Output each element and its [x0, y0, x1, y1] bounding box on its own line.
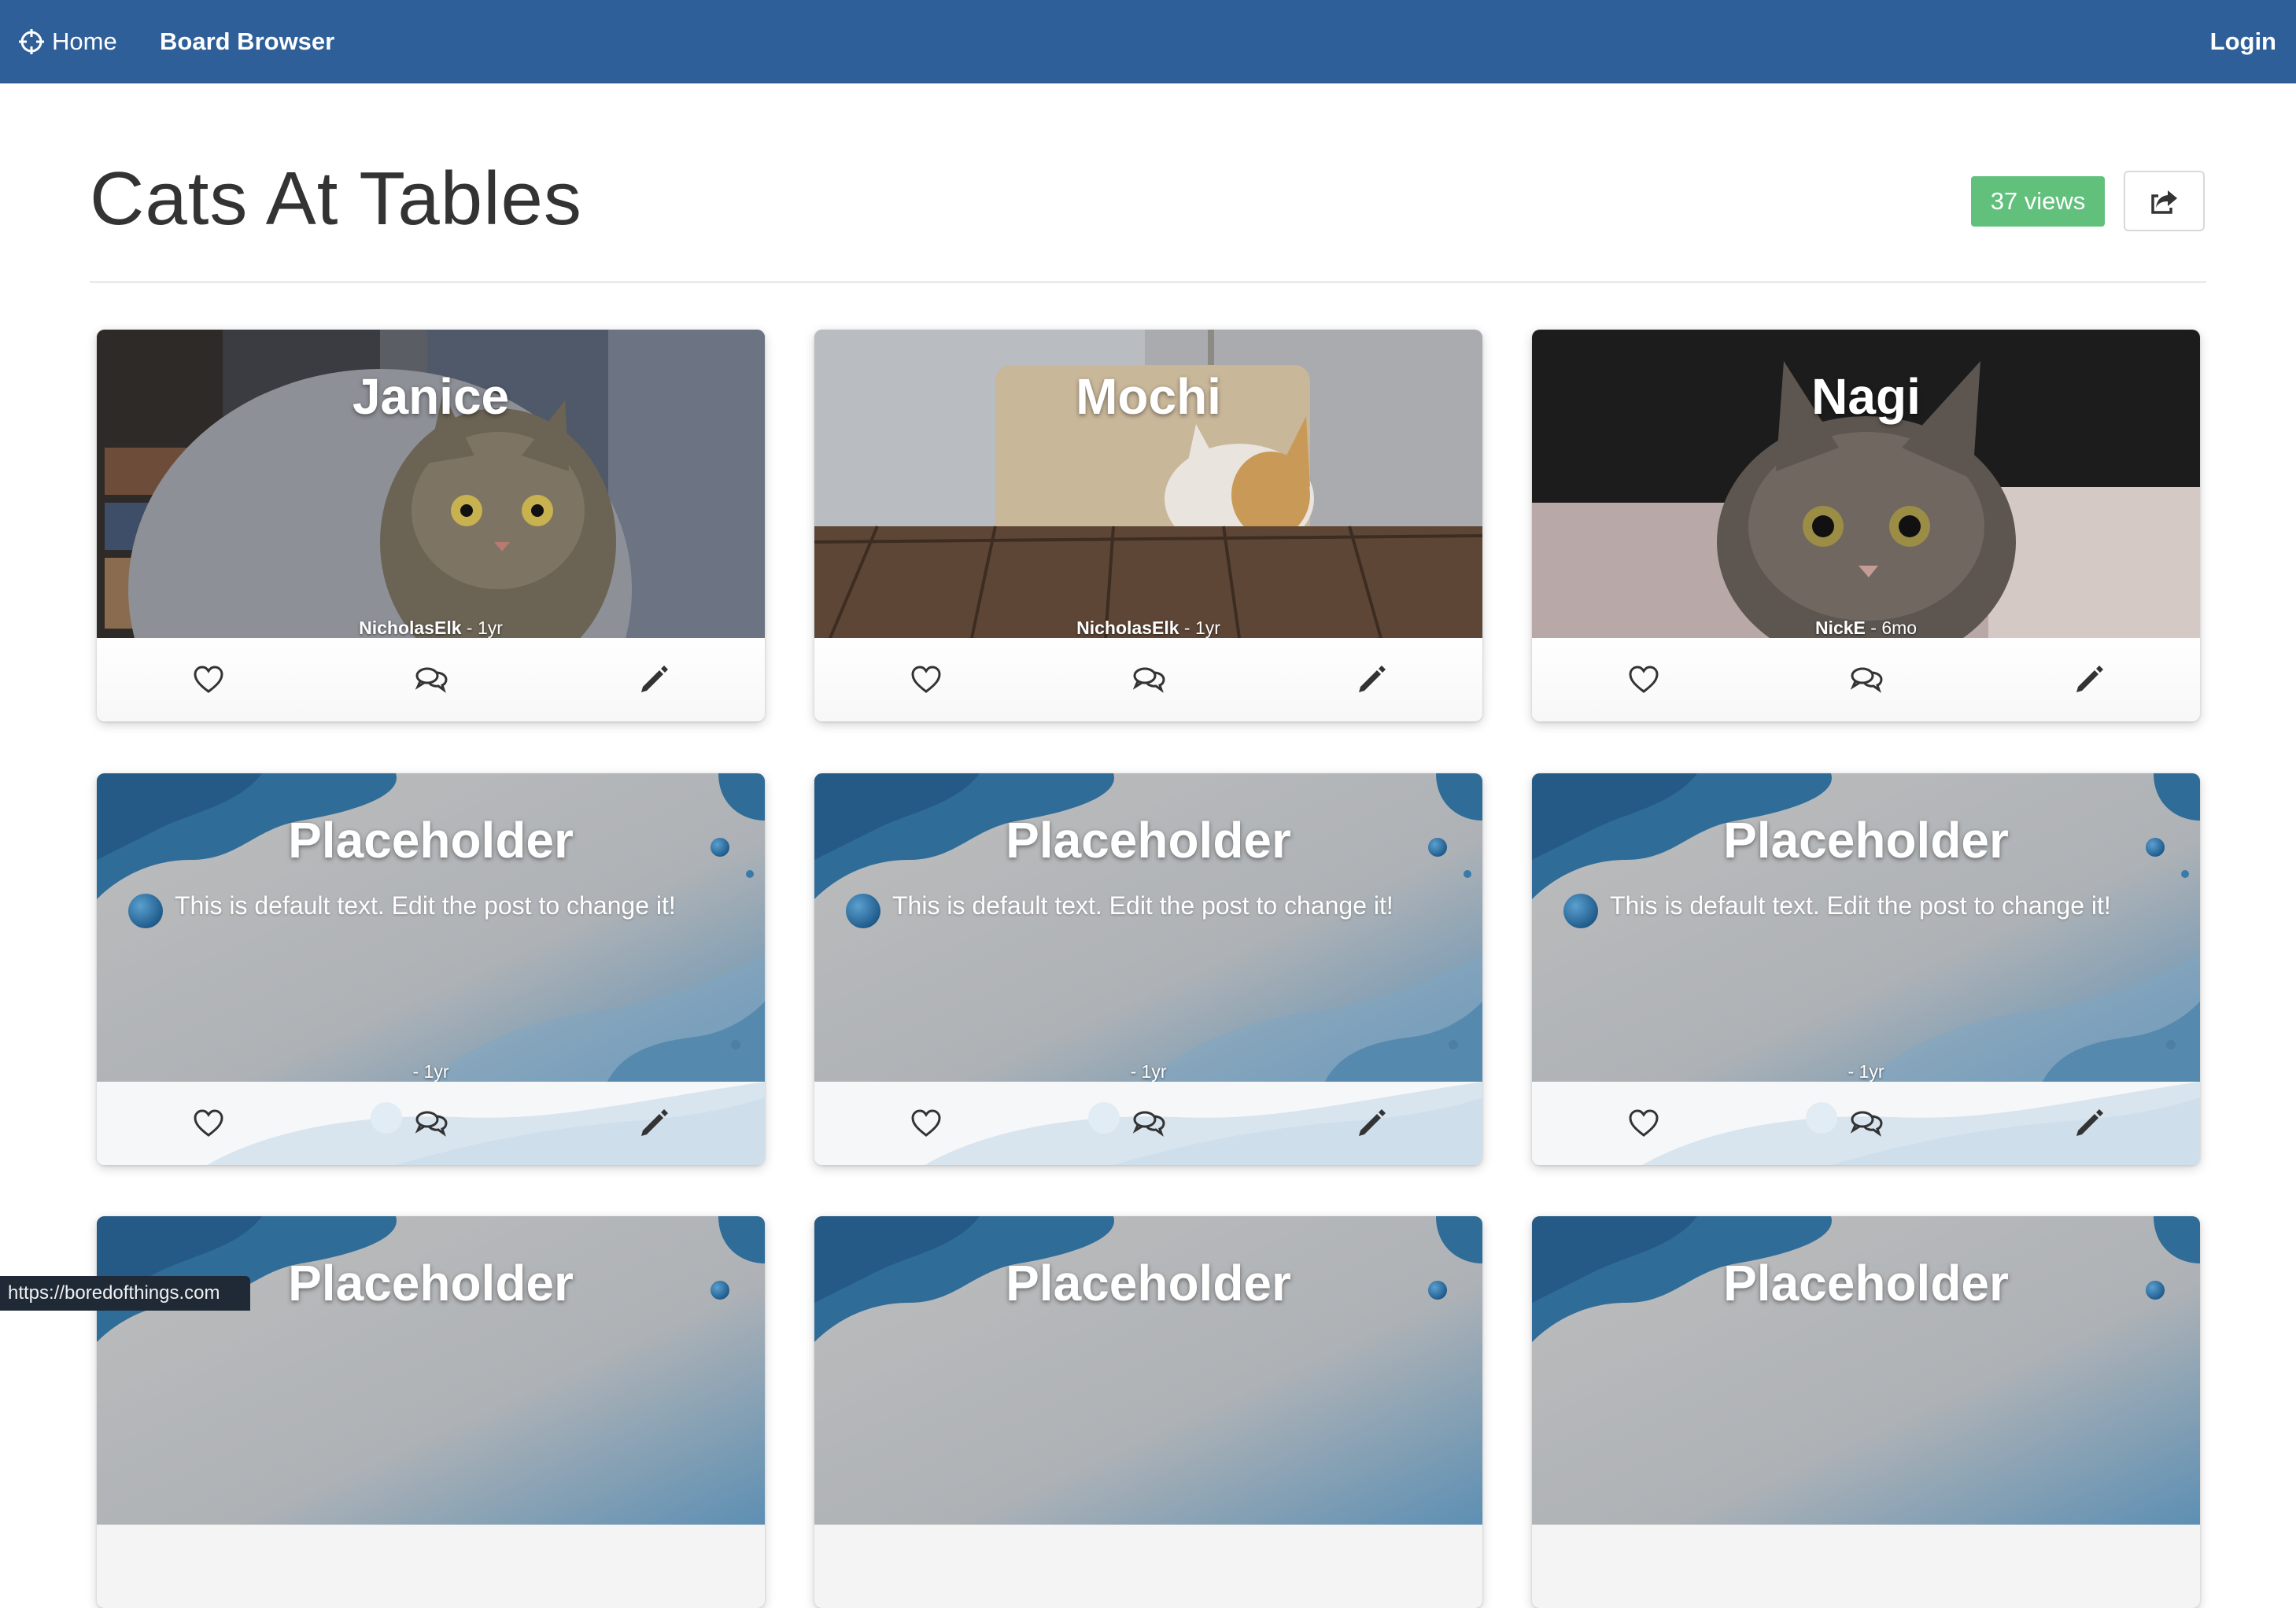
card-actions — [814, 638, 1482, 721]
card-title: Janice — [352, 368, 510, 425]
card-meta: - 1yr — [412, 1061, 449, 1082]
comments-icon — [1132, 667, 1165, 693]
card-meta: - 1yr — [1130, 1061, 1167, 1082]
comments-icon — [415, 1111, 448, 1137]
share-icon — [2150, 190, 2177, 214]
post-card[interactable]: Placeholder This is default text. Edit t… — [1532, 773, 2200, 1165]
pencil-icon — [2076, 666, 2103, 692]
post-card[interactable]: Janice NicholasElk - 1yr — [97, 330, 765, 721]
post-card[interactable]: Placeholder — [1532, 1216, 2200, 1608]
edit-button[interactable] — [2069, 1104, 2109, 1143]
top-navbar: Home Board Browser Login — [0, 0, 2296, 83]
post-card[interactable]: Placeholder This is default text. Edit t… — [814, 773, 1482, 1165]
comments-icon — [1850, 1111, 1883, 1137]
card-actions — [1532, 1082, 2200, 1165]
card-actions — [1532, 638, 2200, 721]
card-title: Placeholder — [1723, 1255, 2009, 1311]
card-title: Placeholder — [1006, 1255, 1291, 1311]
nav-home-link[interactable]: Home — [17, 0, 117, 83]
edit-button[interactable] — [1352, 1104, 1391, 1143]
post-card[interactable]: Placeholder — [814, 1216, 1482, 1608]
card-age: - 1yr — [1179, 618, 1220, 638]
like-button[interactable] — [1624, 660, 1663, 699]
card-body-text: This is default text. Edit the post to c… — [1610, 891, 2111, 920]
comment-button[interactable] — [412, 1104, 451, 1143]
comments-icon — [415, 667, 448, 693]
edit-button[interactable] — [1352, 660, 1391, 699]
card-meta: NicholasElk - 1yr — [97, 618, 765, 639]
comments-icon — [1132, 1111, 1165, 1137]
card-title: Placeholder — [1723, 812, 2009, 869]
heart-outline-icon — [911, 1109, 941, 1137]
card-title: Mochi — [1076, 368, 1221, 425]
card-title: Nagi — [1811, 368, 1921, 425]
like-button[interactable] — [906, 660, 946, 699]
heart-outline-icon — [194, 1109, 223, 1137]
card-author[interactable]: NickE — [1815, 618, 1866, 638]
post-card[interactable]: Nagi NickE - 6mo — [1532, 330, 2200, 721]
edit-button[interactable] — [634, 660, 674, 699]
post-card[interactable]: Placeholder This is default text. Edit t… — [97, 773, 765, 1165]
comments-icon — [1850, 667, 1883, 693]
card-author[interactable]: NicholasElk — [1076, 618, 1179, 638]
heart-outline-icon — [1629, 666, 1659, 693]
link-preview-status: https://boredofthings.com — [0, 1276, 250, 1311]
card-meta: - 1yr — [1848, 1061, 1884, 1082]
share-button[interactable] — [2124, 171, 2205, 231]
comment-button[interactable] — [412, 660, 451, 699]
card-author[interactable]: NicholasElk — [359, 618, 461, 638]
comment-button[interactable] — [1129, 1104, 1168, 1143]
card-actions — [97, 1082, 765, 1165]
pencil-icon — [1359, 1109, 1386, 1136]
card-meta: NicholasElk - 1yr — [814, 618, 1482, 639]
heart-outline-icon — [1629, 1109, 1659, 1137]
comment-button[interactable] — [1847, 1104, 1886, 1143]
edit-button[interactable] — [2069, 660, 2109, 699]
pencil-icon — [641, 1109, 668, 1136]
card-actions — [814, 1082, 1482, 1165]
card-body-text: This is default text. Edit the post to c… — [892, 891, 1393, 920]
comment-button[interactable] — [1129, 660, 1168, 699]
like-button[interactable] — [1624, 1104, 1663, 1143]
like-button[interactable] — [906, 1104, 946, 1143]
pencil-icon — [641, 666, 668, 692]
nav-home-label: Home — [52, 27, 117, 55]
like-button[interactable] — [189, 1104, 228, 1143]
board-title: Cats At Tables — [90, 157, 582, 241]
views-badge: 37 views — [1971, 176, 2105, 227]
card-title: Placeholder — [1006, 812, 1291, 869]
nav-login-link[interactable]: Login — [2210, 0, 2276, 83]
card-meta: NickE - 6mo — [1532, 618, 2200, 639]
heart-outline-icon — [911, 666, 941, 693]
heart-outline-icon — [194, 666, 223, 693]
post-card[interactable]: Placeholder — [97, 1216, 765, 1608]
nav-board-browser-link[interactable]: Board Browser — [160, 0, 334, 83]
card-body-text: This is default text. Edit the post to c… — [175, 891, 676, 920]
card-age: - 1yr — [461, 618, 503, 638]
post-card[interactable]: Mochi NicholasElk - 1yr — [814, 330, 1482, 721]
pencil-icon — [1359, 666, 1386, 692]
header-divider — [90, 281, 2206, 283]
card-title: Placeholder — [288, 812, 574, 869]
like-button[interactable] — [189, 660, 228, 699]
comment-button[interactable] — [1847, 660, 1886, 699]
card-actions — [97, 638, 765, 721]
edit-button[interactable] — [634, 1104, 674, 1143]
pencil-icon — [2076, 1109, 2103, 1136]
crosshair-icon — [19, 28, 44, 54]
card-age: - 6mo — [1865, 618, 1918, 638]
